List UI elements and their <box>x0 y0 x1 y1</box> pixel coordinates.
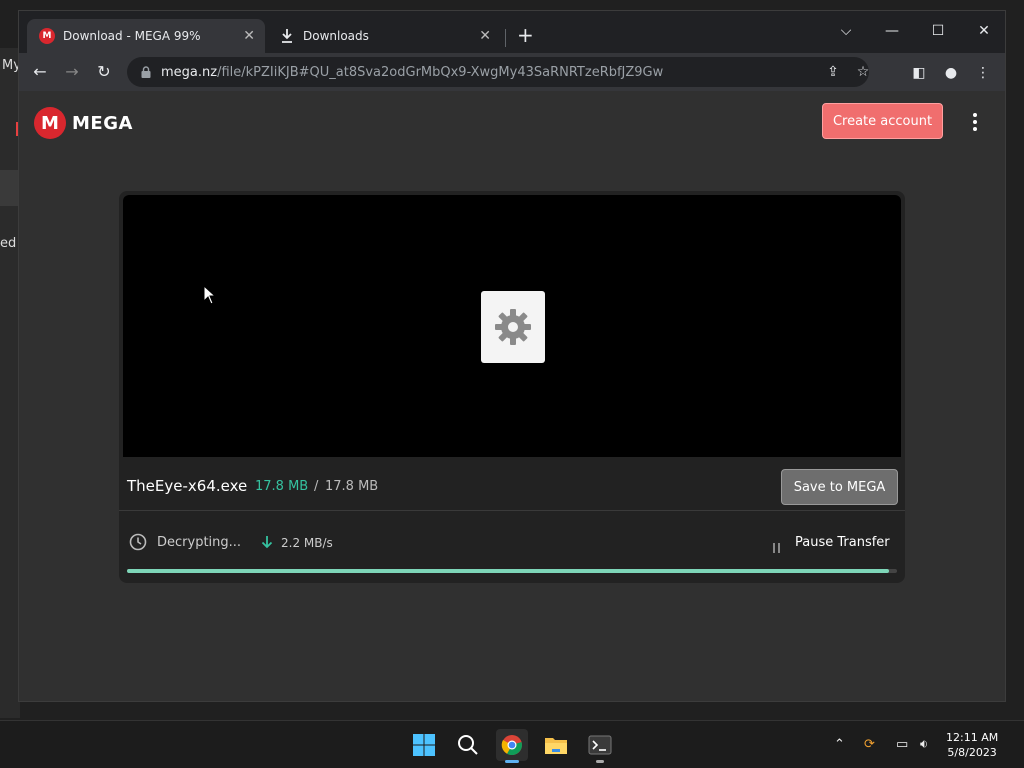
taskbar: ⌃ ⟳ ▭ 🔉︎ 12:11 AM 5/8/2023 <box>0 720 1024 768</box>
taskbar-clock[interactable]: 12:11 AM 5/8/2023 <box>946 730 998 760</box>
tab-label: Download - MEGA 99% <box>63 29 201 43</box>
close-window-button[interactable]: ✕ <box>961 17 1007 45</box>
lock-icon <box>141 66 151 78</box>
mega-page: M MEGA Create account TheEye-x64.exe 17.… <box>19 91 1005 701</box>
menu-kebab-icon[interactable]: ⋮ <box>975 65 991 81</box>
taskbar-file-explorer[interactable] <box>540 729 572 761</box>
mega-icon: M <box>39 28 55 44</box>
file-preview <box>123 195 901 457</box>
tab-strip: M Download - MEGA 99% ✕ Downloads ✕ + ⌵ … <box>19 11 1005 53</box>
back-button[interactable]: ← <box>29 61 51 83</box>
transfer-speed: 2.2 MB/s <box>281 536 333 550</box>
share-icon[interactable]: ⇪ <box>825 64 841 80</box>
background-block <box>0 170 18 206</box>
address-bar[interactable]: mega.nz /file/kPZIiKJB#QU_at8Sva2odGrMbQ… <box>127 57 869 87</box>
side-panel-icon[interactable]: ◧ <box>911 65 927 81</box>
tab-downloads[interactable]: Downloads ✕ <box>269 19 501 53</box>
download-arrow-icon <box>261 536 273 549</box>
close-icon[interactable]: ✕ <box>243 28 255 44</box>
tab-label: Downloads <box>303 29 369 43</box>
profile-icon[interactable]: ● <box>943 65 959 81</box>
size-separator: / <box>314 479 319 494</box>
background-text: ed <box>0 236 17 251</box>
maximize-button[interactable]: ☐ <box>915 17 961 45</box>
active-indicator <box>505 760 519 763</box>
mouse-cursor-icon <box>203 285 217 305</box>
download-card: TheEye-x64.exe 17.8 MB / 17.8 MB Save to… <box>119 191 905 583</box>
total-size: 17.8 MB <box>325 479 379 494</box>
pause-icon[interactable] <box>773 538 783 553</box>
file-name: TheEye-x64.exe <box>127 477 248 495</box>
mega-logo-text: MEGA <box>72 112 133 134</box>
pause-transfer-button[interactable]: Pause Transfer <box>795 535 890 550</box>
taskbar-terminal[interactable] <box>584 729 616 763</box>
url-host: mega.nz <box>161 64 218 80</box>
reload-button[interactable]: ↻ <box>93 61 115 83</box>
network-icon[interactable]: ▭ <box>896 737 908 752</box>
save-to-mega-button[interactable]: Save to MEGA <box>781 469 898 505</box>
browser-window: M Download - MEGA 99% ✕ Downloads ✕ + ⌵ … <box>18 10 1006 702</box>
download-icon <box>282 29 292 43</box>
search-button[interactable] <box>452 729 484 761</box>
background-window <box>0 48 20 718</box>
start-button[interactable] <box>408 729 440 761</box>
minimize-button[interactable]: — <box>869 17 915 45</box>
close-icon[interactable]: ✕ <box>479 28 491 44</box>
clock-time: 12:11 AM <box>946 731 999 744</box>
mega-logo-icon: M <box>34 107 66 139</box>
tab-mega-download[interactable]: M Download - MEGA 99% ✕ <box>27 19 265 53</box>
volume-icon[interactable]: 🔉︎ <box>920 737 928 752</box>
forward-button[interactable]: → <box>61 61 83 83</box>
transfer-status-row: Decrypting... 2.2 MB/s Pause Transfer <box>119 513 905 573</box>
status-text: Decrypting... <box>157 535 242 550</box>
clock-icon <box>129 533 147 551</box>
progress-fill <box>127 569 890 573</box>
page-menu-icon[interactable] <box>971 113 979 133</box>
folder-icon <box>545 738 567 754</box>
file-gear-icon <box>481 291 545 363</box>
chevron-up-icon[interactable]: ⌃ <box>834 737 845 752</box>
browser-toolbar: ← → ↻ mega.nz /file/kPZIiKJB#QU_at8Sva2o… <box>19 53 1005 91</box>
new-tab-button[interactable]: + <box>517 25 534 45</box>
running-indicator <box>596 760 604 763</box>
mega-logo[interactable]: M MEGA <box>34 107 133 139</box>
file-info-row: TheEye-x64.exe 17.8 MB / 17.8 MB Save to… <box>119 461 905 511</box>
tab-separator <box>505 29 506 47</box>
url-path: /file/kPZIiKJB#QU_at8Sva2odGrMbQx9-XwgMy… <box>217 64 664 80</box>
downloaded-size: 17.8 MB <box>255 479 309 494</box>
taskbar-chrome[interactable] <box>496 729 528 763</box>
chrome-icon <box>501 735 522 756</box>
windows-icon <box>413 734 435 756</box>
create-account-button[interactable]: Create account <box>822 103 943 139</box>
terminal-icon <box>588 735 612 755</box>
tab-search-chevron-icon[interactable]: ⌵ <box>823 17 869 45</box>
update-icon[interactable]: ⟳ <box>864 737 875 752</box>
clock-date: 5/8/2023 <box>947 746 997 759</box>
search-icon <box>458 735 478 755</box>
bookmark-star-icon[interactable]: ☆ <box>855 64 871 80</box>
progress-bar <box>127 569 897 573</box>
